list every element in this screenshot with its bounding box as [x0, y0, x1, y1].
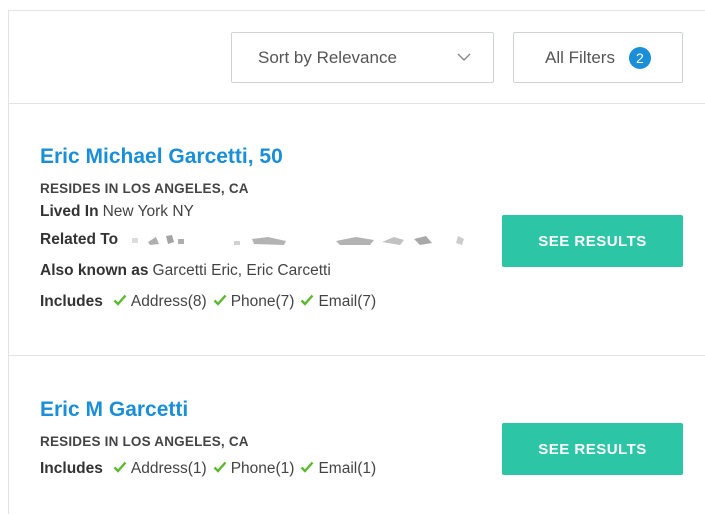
checkmark-icon [213, 294, 227, 306]
see-results-button[interactable]: SEE RESULTS [502, 215, 683, 267]
results-panel: Sort by Relevance All Filters 2 Eric Mic… [8, 10, 705, 514]
result-card: Eric M Garcetti RESIDES IN LOS ANGELES, … [9, 356, 705, 515]
sort-select-label: Sort by Relevance [258, 47, 397, 67]
includes-line: Includes Address(8) Phone(7) Email(7) [40, 293, 376, 311]
filter-count-badge: 2 [628, 46, 651, 69]
aka-value: Garcetti Eric, Eric Carcetti [152, 262, 331, 279]
includes-email: Email(1) [318, 460, 377, 477]
includes-address: Address(1) [130, 460, 207, 477]
related-to-line: Related To [40, 231, 466, 249]
includes-email: Email(7) [318, 293, 377, 310]
includes-phone: Phone(1) [230, 460, 295, 477]
includes-label: Includes [40, 460, 103, 477]
resides-text: RESIDES IN LOS ANGELES, CA [40, 434, 249, 449]
checkmark-icon [213, 461, 227, 473]
results-toolbar: Sort by Relevance All Filters 2 [9, 11, 705, 104]
lived-in-label: Lived In [40, 203, 99, 220]
includes-address: Address(8) [130, 293, 207, 310]
lived-in-line: Lived In New York NY [40, 203, 194, 221]
see-results-button[interactable]: SEE RESULTS [502, 423, 683, 475]
all-filters-label: All Filters [545, 47, 615, 67]
checkmark-icon [113, 461, 127, 473]
all-filters-button[interactable]: All Filters 2 [513, 32, 683, 83]
chevron-down-icon [457, 53, 471, 61]
checkmark-icon [301, 461, 314, 473]
result-name-link[interactable]: Eric Michael Garcetti, 50 [40, 145, 283, 169]
redacted-names-icon [132, 234, 465, 245]
result-card: Eric Michael Garcetti, 50 RESIDES IN LOS… [9, 104, 705, 356]
aka-line: Also known as Garcetti Eric, Eric Carcett… [40, 262, 331, 280]
related-to-label: Related To [40, 231, 119, 248]
aka-label: Also known as [40, 262, 149, 279]
lived-in-value: New York NY [102, 203, 194, 220]
includes-line: Includes Address(1) Phone(1) Email(1) [40, 460, 376, 478]
result-name-link[interactable]: Eric M Garcetti [40, 398, 188, 422]
includes-label: Includes [40, 293, 103, 310]
checkmark-icon [301, 294, 314, 306]
resides-text: RESIDES IN LOS ANGELES, CA [40, 181, 249, 196]
checkmark-icon [113, 294, 127, 306]
includes-phone: Phone(7) [230, 293, 295, 310]
sort-select[interactable]: Sort by Relevance [231, 32, 494, 83]
